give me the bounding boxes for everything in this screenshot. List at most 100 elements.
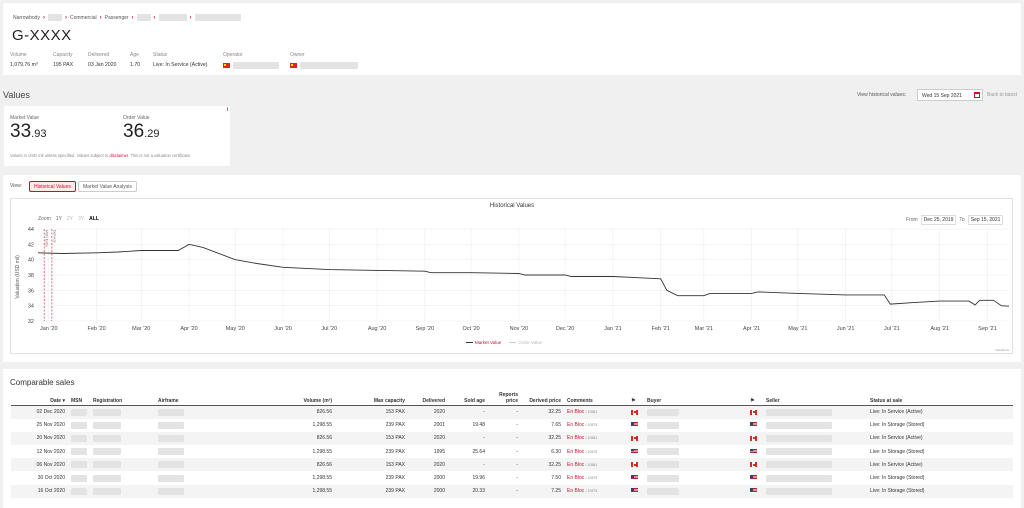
range-to-input[interactable]: Sep 15, 2021 bbox=[967, 215, 1004, 225]
column-header-seller[interactable]: Seller bbox=[763, 391, 867, 406]
sale-capacity: 239 PAX bbox=[385, 422, 405, 429]
column-header-registration[interactable]: Registration bbox=[90, 391, 155, 406]
zoom-1y-button[interactable]: 1Y bbox=[56, 216, 62, 222]
table-row[interactable]: 02 Dec 2020 826.56 153 PAX 2020 - - 32.25 En Bl… bbox=[11, 405, 1013, 419]
msn-redacted[interactable] bbox=[71, 487, 87, 495]
airframe-redacted[interactable] bbox=[158, 487, 184, 495]
msn-redacted[interactable] bbox=[71, 408, 87, 416]
seller-redacted[interactable] bbox=[766, 421, 832, 429]
owner-name-redacted[interactable] bbox=[300, 62, 358, 69]
seller-redacted[interactable] bbox=[766, 461, 832, 469]
airframe-redacted[interactable] bbox=[158, 421, 184, 429]
registration-redacted[interactable] bbox=[93, 421, 121, 429]
sale-comment[interactable]: En Bloc / 10575 bbox=[564, 445, 628, 458]
seller-redacted[interactable] bbox=[766, 408, 832, 416]
column-header-max-capacity[interactable]: Max capacity bbox=[335, 391, 408, 406]
airframe-redacted[interactable] bbox=[158, 448, 184, 456]
seller-redacted[interactable] bbox=[766, 448, 832, 456]
zoom-all-button[interactable]: ALL bbox=[89, 216, 99, 222]
column-header-reports-price[interactable]: Reports price bbox=[488, 391, 521, 406]
airframe-redacted[interactable] bbox=[158, 461, 184, 469]
zoom-2y-button[interactable]: 2Y bbox=[67, 216, 73, 222]
buyer-redacted[interactable] bbox=[647, 461, 679, 469]
info-icon[interactable]: i bbox=[227, 107, 228, 113]
column-header-delivered[interactable]: Delivered bbox=[408, 391, 448, 406]
msn-redacted[interactable] bbox=[71, 461, 87, 469]
sale-comment[interactable]: En Bloc / 10575 bbox=[564, 485, 628, 498]
buyer-redacted[interactable] bbox=[647, 474, 679, 482]
sale-derived-price: 7.65 bbox=[551, 422, 561, 429]
legend-order-value[interactable]: Order Value bbox=[509, 340, 542, 345]
breadcrumb-item-redacted[interactable] bbox=[194, 14, 241, 21]
registration-redacted[interactable] bbox=[93, 474, 121, 482]
table-row[interactable]: 12 Nov 2020 1,298.55 239 PAX 1995 25.64 - 6.30… bbox=[11, 445, 1013, 458]
column-header-buyer[interactable]: Buyer bbox=[644, 391, 747, 406]
seller-redacted[interactable] bbox=[766, 474, 832, 482]
historical-values-chart: 32 34 36 38 40 42 44 Jan '20 Feb '20 Mar '20 Apr … bbox=[10, 198, 1013, 354]
column-header-airframe[interactable]: Airframe bbox=[155, 391, 265, 406]
x-tick-label: Apr '20 bbox=[180, 326, 197, 332]
msn-redacted[interactable] bbox=[71, 474, 87, 482]
airframe-redacted[interactable] bbox=[158, 434, 184, 442]
disclaimer-link[interactable]: disclaimer bbox=[109, 153, 128, 158]
table-row[interactable]: 25 Nov 2020 1,298.55 239 PAX 2001 19.48 - 7.65… bbox=[11, 419, 1013, 432]
breadcrumb-item[interactable]: Passenger bbox=[105, 15, 129, 21]
table-row[interactable]: 06 Nov 2020 826.56 153 PAX 2020 - - 32.25 En Bl… bbox=[11, 458, 1013, 472]
registration-redacted[interactable] bbox=[93, 434, 121, 442]
table-row[interactable]: 16 Oct 2020 1,298.55 239 PAX 2000 20.33 - 7.25… bbox=[11, 484, 1013, 498]
breadcrumb-item-redacted[interactable] bbox=[136, 14, 151, 21]
registration-redacted[interactable] bbox=[93, 461, 121, 469]
column-header-status[interactable]: Status at sale bbox=[867, 391, 1013, 406]
registration-redacted[interactable] bbox=[93, 487, 121, 495]
legend-market-value[interactable]: Market Value bbox=[466, 340, 501, 345]
sale-comment[interactable]: En Bloc / 10575 bbox=[564, 471, 628, 484]
sale-comment[interactable]: En Bloc / 10561 bbox=[564, 432, 628, 445]
msn-redacted[interactable] bbox=[71, 421, 87, 429]
x-tick-label: Oct '20 bbox=[462, 326, 479, 332]
table-row[interactable]: 30 Oct 2020 1,298.55 239 PAX 2000 19.96 - 7.50… bbox=[11, 471, 1013, 484]
zoom-3y-button[interactable]: 3Y bbox=[78, 216, 84, 222]
calendar-icon[interactable] bbox=[974, 92, 980, 98]
historical-date-input[interactable]: Wed 15 Sep 2021 bbox=[917, 89, 983, 101]
buyer-country-flag-icon bbox=[631, 422, 638, 428]
breadcrumb-item-redacted[interactable] bbox=[47, 14, 62, 21]
airframe-redacted[interactable] bbox=[158, 474, 184, 482]
column-header-comments[interactable]: Comments bbox=[564, 391, 628, 406]
column-header-msn[interactable]: MSN bbox=[68, 391, 90, 406]
registration-redacted[interactable] bbox=[93, 408, 121, 416]
market-value: 33.93 bbox=[10, 121, 47, 142]
buyer-redacted[interactable] bbox=[647, 434, 679, 442]
column-header-derived-price[interactable]: Derived price bbox=[521, 391, 564, 406]
buyer-redacted[interactable] bbox=[647, 421, 679, 429]
column-header-date[interactable]: Date ▾ bbox=[11, 391, 68, 406]
breadcrumb-item[interactable]: Commercial bbox=[70, 15, 97, 21]
sale-status: Live: In Storage (Stored) bbox=[870, 422, 925, 429]
breadcrumb-item-redacted[interactable] bbox=[158, 14, 187, 21]
sale-comment[interactable]: En Bloc / 10575 bbox=[564, 419, 628, 432]
registration-redacted[interactable] bbox=[93, 448, 121, 456]
table-row[interactable]: 20 Nov 2020 826.56 153 PAX 2020 - - 32.25 En Bl… bbox=[11, 431, 1013, 446]
sale-comment[interactable]: En Bloc / 10561 bbox=[564, 458, 628, 471]
values-card: i Market Value 33.93 Order Value 36.29 V… bbox=[4, 106, 230, 166]
tab-market-value-analysis[interactable]: Market Value Analysis bbox=[78, 181, 137, 192]
buyer-redacted[interactable] bbox=[647, 487, 679, 495]
tab-historical-values[interactable]: Historical Values bbox=[29, 181, 76, 192]
operator-name-redacted[interactable] bbox=[233, 62, 279, 69]
sale-status: Live: In Service (Active) bbox=[870, 461, 923, 468]
airframe-redacted[interactable] bbox=[158, 408, 184, 416]
msn-redacted[interactable] bbox=[71, 434, 87, 442]
buyer-redacted[interactable] bbox=[647, 448, 679, 456]
y-tick-label: 38 bbox=[28, 273, 34, 279]
back-to-latest-link[interactable]: Back to latest bbox=[987, 92, 1017, 98]
seller-redacted[interactable] bbox=[766, 487, 832, 495]
breadcrumb-item[interactable]: Narrowbody bbox=[13, 15, 40, 21]
sale-date: 06 Nov 2020 bbox=[36, 461, 65, 468]
buyer-redacted[interactable] bbox=[647, 408, 679, 416]
sale-comment[interactable]: En Bloc / 10561 bbox=[564, 406, 628, 419]
column-header-sold-age[interactable]: Sold age bbox=[448, 391, 488, 406]
seller-redacted[interactable] bbox=[766, 434, 832, 442]
msn-redacted[interactable] bbox=[71, 448, 87, 456]
column-header-volume[interactable]: Volume (m³) bbox=[265, 391, 335, 406]
sale-derived-price: 6.30 bbox=[551, 448, 561, 455]
range-from-input[interactable]: Dec 25, 2019 bbox=[920, 215, 957, 225]
